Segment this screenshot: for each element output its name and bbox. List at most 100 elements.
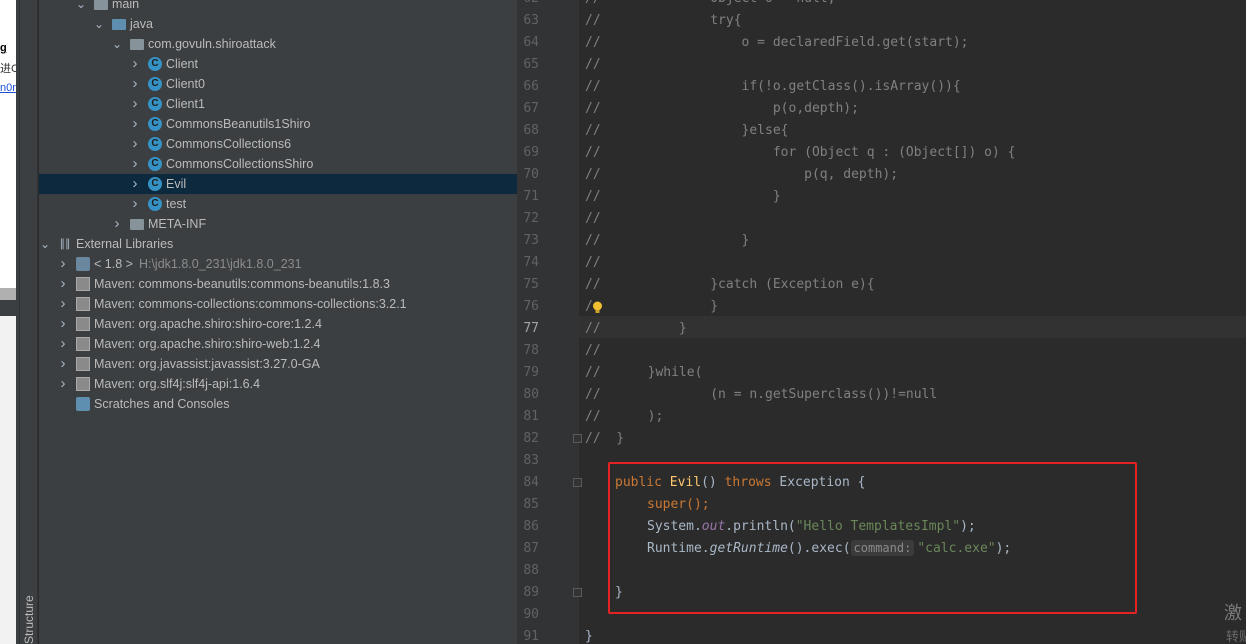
code-line[interactable]: public Evil() throws Exception { (615, 472, 865, 494)
tree-row[interactable]: ⌄ main (39, 0, 517, 14)
code-line-comment[interactable]: / } (585, 296, 718, 318)
class-icon: C (148, 197, 162, 211)
fold-marker-icon[interactable] (573, 434, 582, 443)
code-token: "Hello TemplatesImpl" (795, 519, 961, 534)
code-line-comment[interactable]: // for (Object q : (Object[]) o) { (585, 142, 1015, 164)
chevron-down-icon[interactable]: ⌄ (75, 0, 87, 14)
lightbulb-icon[interactable] (592, 301, 603, 314)
code-line[interactable]: } (615, 582, 623, 604)
chevron-right-icon[interactable]: › (129, 74, 141, 94)
chevron-down-icon[interactable]: ⌄ (93, 14, 105, 34)
tree-row[interactable]: › C CommonsCollections6 (39, 134, 517, 154)
tree-row[interactable]: › Ctest (39, 194, 517, 214)
chevron-right-icon[interactable]: › (57, 274, 69, 294)
structure-tab-label[interactable]: Structure (22, 595, 36, 644)
code-line-comment[interactable]: // p(o,depth); (585, 98, 859, 120)
jar-icon (76, 277, 90, 291)
line-number: 66 (523, 79, 539, 94)
tree-row[interactable]: › Maven: commons-collections:commons-coll… (39, 294, 517, 314)
code-line-comment[interactable]: // }catch (Exception e){ (585, 274, 875, 296)
code-line-comment[interactable]: // try{ (585, 10, 742, 32)
chevron-right-icon[interactable]: › (111, 214, 123, 234)
code-token: System. (647, 519, 702, 534)
tree-row[interactable]: › C Evil (39, 174, 517, 194)
code-line-comment[interactable]: // ); (585, 406, 663, 428)
chevron-right-icon[interactable]: › (129, 194, 141, 214)
code-line-comment[interactable]: // o = declaredField.get(start); (585, 32, 969, 54)
chevron-right-icon[interactable]: › (129, 114, 141, 134)
code-line-comment[interactable]: // Object o = null; (585, 0, 835, 10)
chevron-down-icon[interactable]: ⌄ (39, 234, 51, 254)
fold-marker-icon[interactable] (573, 588, 582, 597)
tree-row[interactable]: › Maven: commons-beanutils:commons-beanut… (39, 274, 517, 294)
chevron-right-icon[interactable]: › (57, 294, 69, 314)
code-line-comment[interactable]: // p(q, depth); (585, 164, 898, 186)
tree-row[interactable]: › C CommonsBeanutils1Shiro (39, 114, 517, 134)
library-icon: ∥∥ (59, 238, 71, 250)
tree-row[interactable]: › Maven: org.apache.shiro:shiro-core:1.2.… (39, 314, 517, 334)
chevron-right-icon[interactable]: › (129, 94, 141, 114)
tree-row[interactable]: Scratches and Consoles (39, 394, 517, 414)
tree-row[interactable]: › C Client1 (39, 94, 517, 114)
tree-row[interactable]: › C Client (39, 54, 517, 74)
background-fragment[interactable]: n0r (0, 82, 16, 94)
chevron-right-icon[interactable]: › (129, 154, 141, 174)
tree-row-label: Maven: org.apache.shiro:shiro-web:1.2.4 (94, 337, 321, 351)
code-line-comment[interactable]: // } (585, 318, 687, 340)
chevron-right-icon[interactable]: › (57, 354, 69, 374)
code-line-comment[interactable]: // } (585, 230, 749, 252)
jar-icon (76, 317, 90, 331)
chevron-down-icon[interactable]: ⌄ (111, 34, 123, 54)
code-line[interactable]: System.out.println("Hello TemplatesImpl"… (647, 516, 976, 538)
code-editor[interactable]: 62 63 64 65 66 67 68 69 70 71 72 73 74 75 76 77 78 79 80 81… (517, 0, 1246, 644)
code-line-comment[interactable]: // (585, 252, 601, 274)
tree-row-label: Client0 (166, 77, 205, 91)
line-number: 68 (523, 123, 539, 138)
code-token: ); (995, 541, 1012, 556)
tree-row-label: com.govuln.shiroattack (148, 37, 276, 51)
code-line[interactable]: super(); (647, 494, 710, 516)
tree-row-label: Maven: commons-collections:commons-colle… (94, 297, 407, 311)
chevron-right-icon[interactable]: › (57, 254, 69, 274)
code-line-comment[interactable]: // (585, 208, 601, 230)
code-line[interactable]: Runtime.getRuntime().exec(command: "calc.… (647, 538, 1011, 560)
structure-tool-tab[interactable] (20, 0, 38, 644)
line-number: 78 (523, 343, 539, 358)
chevron-right-icon[interactable]: › (57, 334, 69, 354)
code-line-comment[interactable]: // (585, 54, 601, 76)
code-line[interactable]: } (585, 626, 593, 644)
code-line-comment[interactable]: // } (585, 186, 781, 208)
folder-icon (130, 219, 144, 230)
line-number: 88 (523, 563, 539, 578)
chevron-right-icon[interactable]: › (129, 134, 141, 154)
tree-row[interactable]: ⌄ java (39, 14, 517, 34)
fold-marker-icon[interactable] (573, 478, 582, 487)
chevron-right-icon[interactable]: › (57, 374, 69, 394)
tree-row[interactable]: ⌄ ∥∥ External Libraries (39, 234, 517, 254)
code-token: Evil (669, 475, 702, 490)
tree-row[interactable]: › < 1.8 > H:\jdk1.8.0_231\jdk1.8.0_231 (39, 254, 517, 274)
code-line-comment[interactable]: // (n = n.getSuperclass())!=null (585, 384, 937, 406)
code-line-comment[interactable]: // }else{ (585, 120, 789, 142)
background-fragment: 进C (0, 63, 16, 75)
tree-row[interactable]: › META-INF (39, 214, 517, 234)
tree-row[interactable]: › C CommonsCollectionsShiro (39, 154, 517, 174)
chevron-right-icon[interactable]: › (129, 54, 141, 74)
line-number: 62 (517, 0, 539, 10)
tree-row[interactable]: › Maven: org.javassist:javassist:3.27.0-G… (39, 354, 517, 374)
tree-row[interactable]: ⌄ com.govuln.shiroattack (39, 34, 517, 54)
tree-row[interactable]: › Maven: org.apache.shiro:shiro-web:1.2.4 (39, 334, 517, 354)
code-line-comment[interactable]: // } (585, 428, 624, 450)
watermark-text: 激 (1224, 603, 1242, 624)
line-number: 77 (523, 321, 539, 336)
tree-row-label: Maven: org.javassist:javassist:3.27.0-GA (94, 357, 320, 371)
code-line-comment[interactable]: // }while( (585, 362, 702, 384)
sdk-path: H:\jdk1.8.0_231\jdk1.8.0_231 (138, 257, 302, 271)
line-number: 65 (523, 57, 539, 72)
tree-row[interactable]: › Maven: org.slf4j:slf4j-api:1.6.4 (39, 374, 517, 394)
code-line-comment[interactable]: // if(!o.getClass().isArray()){ (585, 76, 961, 98)
tree-row[interactable]: › C Client0 (39, 74, 517, 94)
chevron-right-icon[interactable]: › (129, 174, 141, 194)
code-line-comment[interactable]: // (585, 340, 601, 362)
chevron-right-icon[interactable]: › (57, 314, 69, 334)
